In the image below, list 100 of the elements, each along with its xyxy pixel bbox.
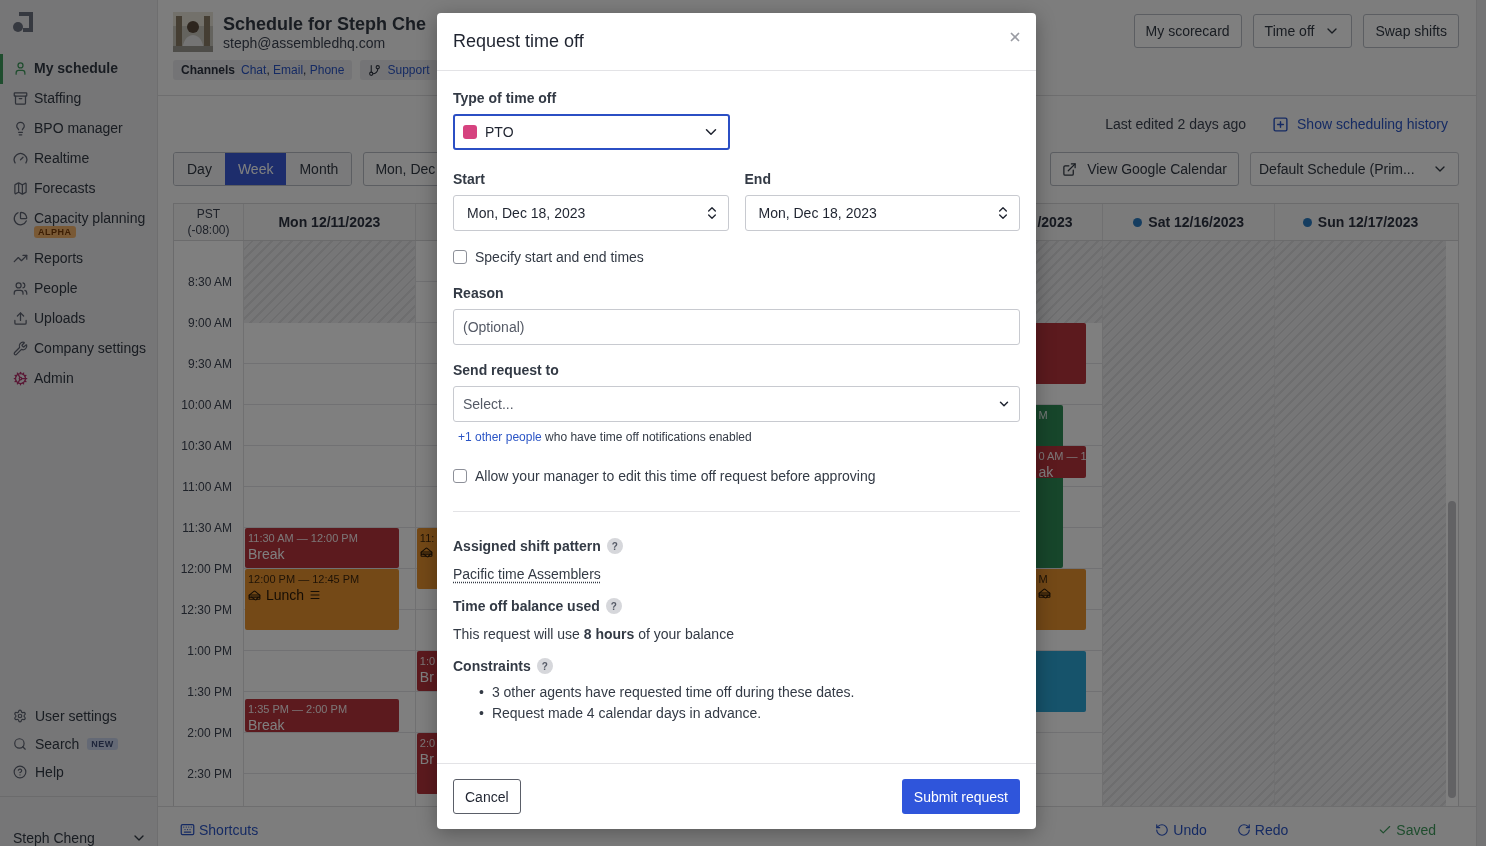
timezone-label: PST [195, 206, 222, 222]
support-pill[interactable]: Support [360, 60, 438, 80]
header-button[interactable]: Swap shifts [1363, 14, 1459, 48]
support-link[interactable]: Support [387, 63, 430, 77]
help-icon[interactable]: ? [606, 538, 623, 554]
event-title: ak [1038, 464, 1054, 478]
time-label: 10:00 AM [181, 397, 232, 414]
help-icon[interactable]: ? [536, 658, 553, 674]
help-icon[interactable]: ? [605, 598, 622, 614]
sidebar-item[interactable]: User settings [0, 702, 157, 730]
sidebar-item[interactable]: Reports [0, 244, 157, 274]
field-label: Reason [453, 284, 505, 303]
scrollbar-thumb[interactable] [1448, 501, 1456, 798]
sidebar-item[interactable]: Staffing [0, 84, 157, 114]
sidebar-item[interactable]: Realtime [0, 144, 157, 174]
field-label: Type of time off [453, 89, 558, 108]
field-label: Start [453, 170, 486, 189]
shift-pattern-link[interactable]: Pacific time Assemblers [453, 566, 1020, 582]
type-select[interactable]: PTO [453, 114, 730, 150]
event-title: Br [419, 669, 434, 685]
dialog-title: Request time off [453, 31, 584, 52]
time-label: 8:30 AM [187, 274, 232, 291]
date-field[interactable]: Mon, Dec 18, 2023 [453, 195, 729, 231]
notification-note: +1 other people who have time off notifications enabled [457, 430, 753, 444]
sidebar-item[interactable]: Forecasts [0, 174, 157, 204]
sidebar-item[interactable]: Uploads [0, 304, 157, 334]
event-title: Br [419, 751, 434, 767]
plus-square-icon [1272, 115, 1289, 133]
sidebar-item[interactable]: Admin [0, 364, 157, 394]
section-heading: Assigned shift pattern [453, 538, 601, 554]
people-link[interactable]: +1 other people [458, 430, 542, 444]
sidebar-item[interactable]: My schedule [0, 54, 157, 84]
event-title: Break [248, 716, 285, 732]
time-label: 1:30 PM [187, 684, 232, 701]
event-time: 11:30 AM — 12:00 PM [248, 532, 358, 544]
field-label: End [744, 170, 772, 189]
view-tab[interactable]: Day [174, 153, 225, 185]
recipient-select[interactable]: Select... [453, 386, 1020, 422]
date-field[interactable]: Mon, Dec 18, 2023 [744, 195, 1020, 231]
time-label: 12:30 PM [180, 602, 232, 619]
last-edited-text: Last edited 2 days ago [1105, 116, 1246, 132]
time-label: 9:30 AM [187, 356, 232, 373]
cancel-button[interactable]: Cancel [453, 779, 521, 814]
separator: , [303, 63, 308, 77]
day-heading: /2023 [1037, 214, 1073, 230]
sidebar-item[interactable]: Capacity planning ALPHA [0, 204, 157, 244]
channels-label: Channels [181, 63, 235, 77]
saved-label: Saved [1378, 821, 1436, 838]
header-button[interactable]: My scorecard [1133, 14, 1242, 48]
time-label: 2:30 PM [187, 766, 232, 783]
schedule-select[interactable]: Default Schedule (Prim... [1250, 152, 1459, 186]
shift-event[interactable]: 11:30 AM — 12:00 PM Break [245, 528, 399, 568]
checkbox[interactable] [453, 469, 467, 483]
event-time: M [1038, 409, 1048, 421]
shift-event[interactable]: 12:00 PM — 12:45 PM Lunch [245, 569, 399, 630]
channel-link[interactable]: Phone [309, 63, 345, 77]
sidebar-item[interactable]: People [0, 274, 157, 304]
calendar-button[interactable]: View Google Calendar [1050, 152, 1239, 186]
checkbox[interactable] [453, 250, 467, 264]
sidebar-label: People [34, 280, 78, 296]
constraint-item: 3 other agents have requested time off during these dates. [491, 683, 855, 702]
people-icon [13, 281, 28, 296]
time-label: 11:00 AM [182, 479, 232, 496]
sidebar-label: BPO manager [34, 120, 123, 136]
view-tab[interactable]: Month [286, 153, 352, 185]
sidebar-label: Company settings [34, 340, 147, 356]
sidebar-label: Help [35, 764, 64, 780]
sidebar-item[interactable]: Company settings [0, 334, 157, 364]
reason-field[interactable]: (Optional) [453, 309, 1020, 345]
lightbulb-icon [13, 121, 28, 136]
event-time: 2:0 [419, 737, 436, 749]
color-swatch [463, 125, 477, 139]
view-tab[interactable]: Week [224, 153, 287, 185]
section-heading: Time off balance used [453, 598, 600, 614]
time-label: 2:00 PM [187, 725, 232, 742]
shift-event[interactable]: 1:35 PM — 2:00 PM Break [245, 698, 399, 732]
sidebar-item[interactable]: BPO manager [0, 114, 157, 144]
undo-button[interactable]: Undo [1155, 821, 1207, 838]
sidebar-label: My schedule [34, 60, 119, 76]
time-label: 10:30 AM [181, 438, 232, 455]
event-time: 11: [419, 532, 435, 544]
undo-icon [1155, 822, 1170, 837]
history-link[interactable]: Show scheduling history [1272, 115, 1448, 133]
day-heading: Sat 12/16/2023 [1148, 214, 1245, 230]
submit-button[interactable]: Submit request [901, 779, 1020, 814]
constraint-item: Request made 4 calendar days in advance. [491, 704, 762, 723]
sidebar-item[interactable]: Help [0, 758, 157, 786]
wrench-icon [13, 341, 28, 356]
time-label: 12:00 PM [180, 561, 232, 578]
header-button[interactable]: Time off [1252, 14, 1353, 48]
redo-button[interactable]: Redo [1236, 821, 1289, 838]
sidebar-label: Forecasts [34, 180, 96, 196]
time-label: 1:00 PM [187, 643, 232, 660]
shortcuts-link[interactable]: Shortcuts [180, 821, 259, 838]
event-title: Break [248, 546, 285, 562]
user-menu[interactable]: Steph Cheng [0, 796, 157, 846]
sandwich-icon [1038, 587, 1052, 600]
sidebar-item[interactable]: Search NEW [0, 730, 157, 758]
sidebar-label: Admin [34, 370, 74, 386]
separator: , [266, 63, 271, 77]
